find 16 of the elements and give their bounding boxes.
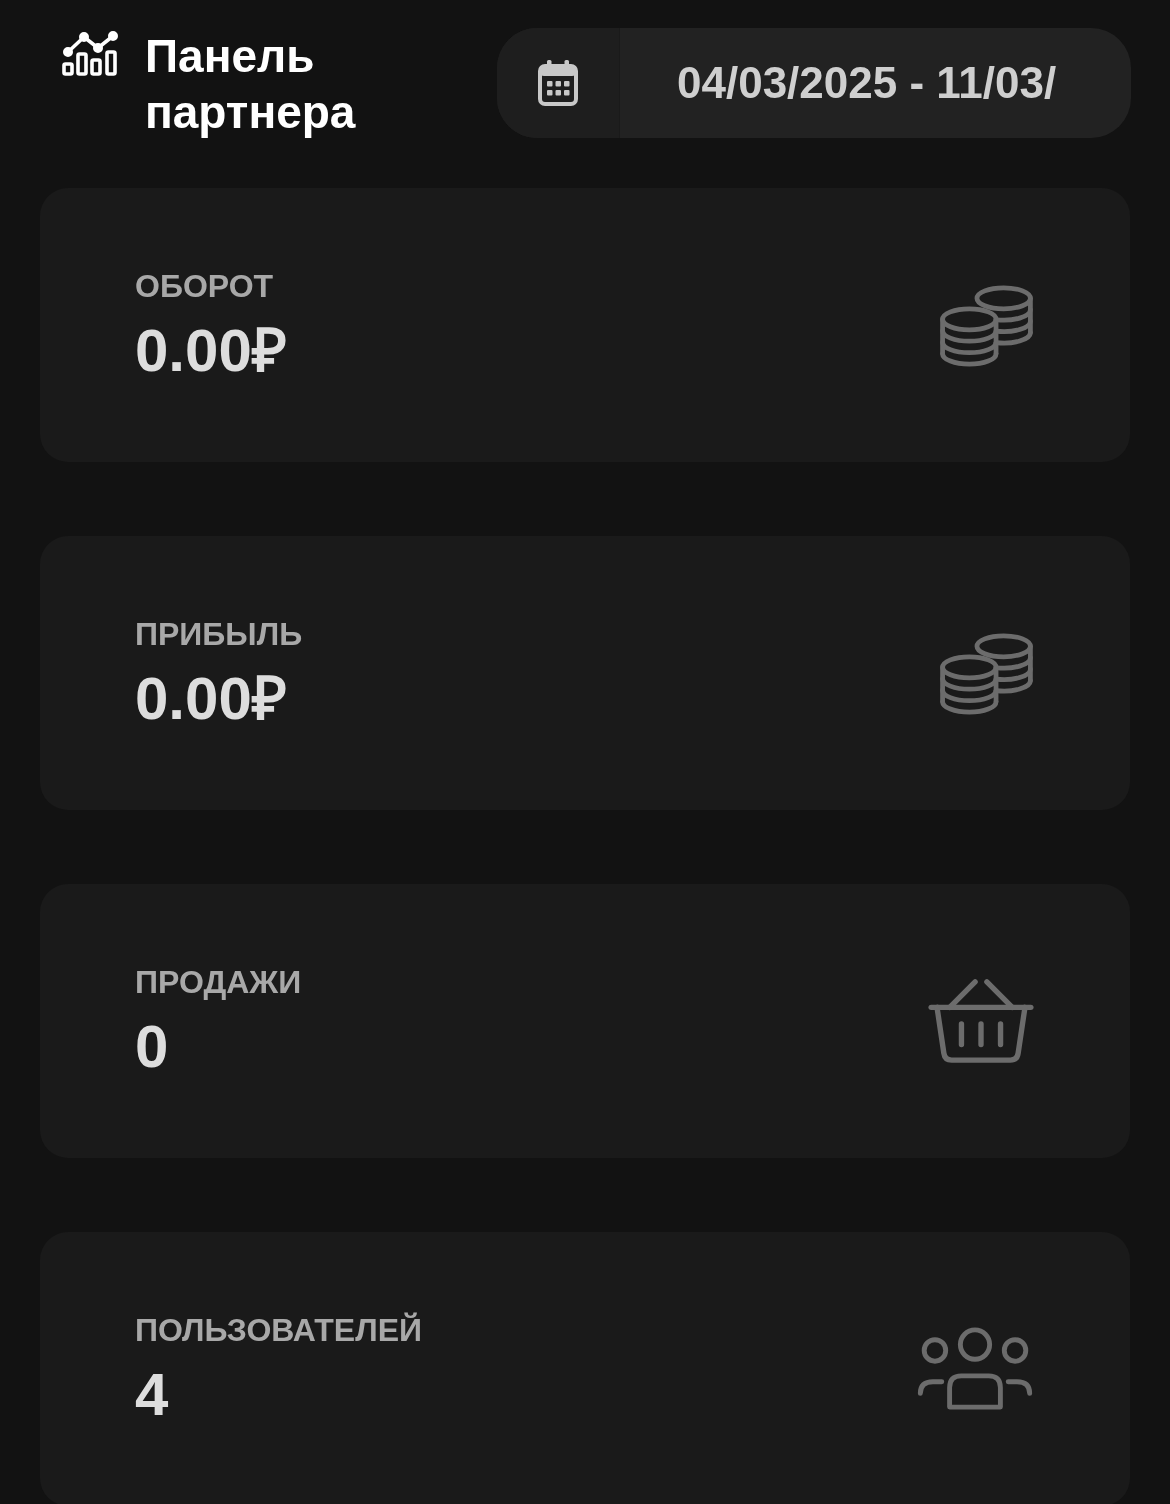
coins-icon	[938, 283, 1035, 367]
stat-value: 0	[135, 1015, 169, 1079]
stat-label: ПРИБЫЛЬ	[135, 615, 303, 653]
coins-icon	[938, 631, 1035, 715]
date-range-button[interactable]: 04/03/2025 - 11/03/	[497, 28, 1131, 138]
chart-icon	[62, 30, 118, 76]
stat-label: ПОЛЬЗОВАТЕЛЕЙ	[135, 1311, 422, 1349]
page-title: Панель партнера	[145, 29, 357, 140]
users-icon	[915, 1327, 1035, 1411]
stat-value: 0.00₽	[135, 667, 287, 731]
stat-label: ОБОРОТ	[135, 267, 274, 305]
stat-value: 0.00₽	[135, 319, 287, 383]
stat-label: ПРОДАЖИ	[135, 963, 302, 1001]
stat-value: 4	[135, 1363, 169, 1427]
basket-icon	[927, 978, 1035, 1064]
calendar-icon	[538, 60, 578, 106]
